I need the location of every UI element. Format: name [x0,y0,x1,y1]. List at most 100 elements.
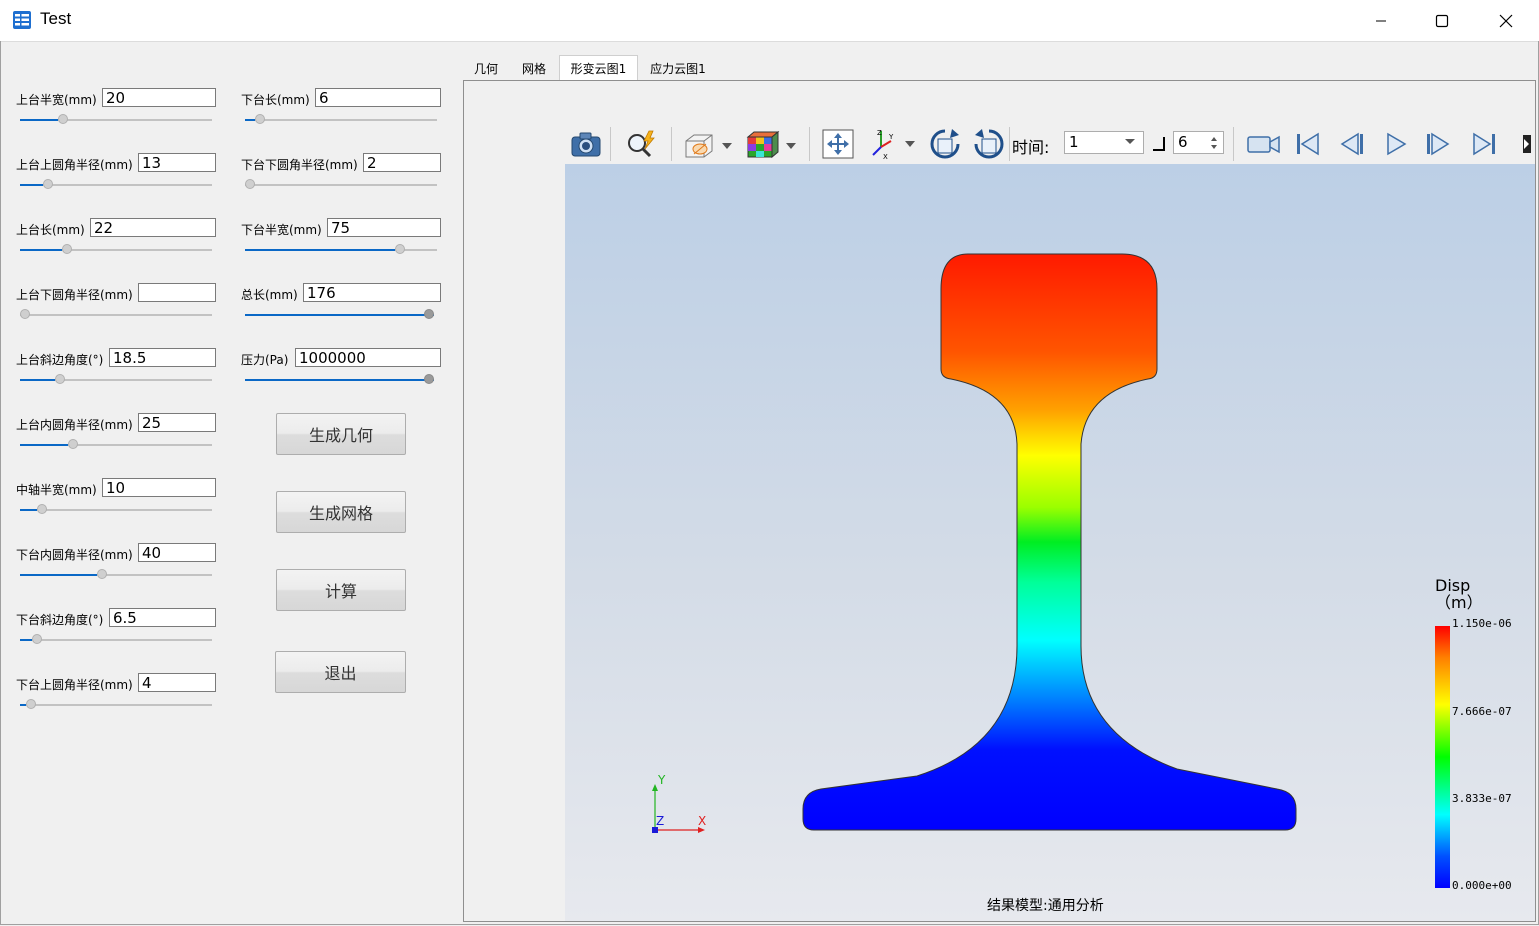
param-label: 上台半宽(mm) [16,93,97,107]
param-input[interactable]: 4 [138,673,216,692]
legend-tick-min: 0.000e+00 [1452,879,1512,892]
param-input[interactable]: 25 [138,413,216,432]
viewer-toolbar: Z Y X 时间: 1 6 [565,123,1535,164]
param-slider[interactable] [20,114,212,126]
param-input[interactable]: 75 [327,218,441,237]
param-label: 上台长(mm) [16,223,85,237]
param-slider[interactable] [20,439,212,451]
step-corner-icon [1153,137,1165,151]
play-icon [1387,132,1407,155]
overflow-arrow-icon [1523,134,1531,153]
param-label: 上台斜边角度(°) [16,353,104,367]
time-select[interactable]: 1 [1064,131,1144,154]
zoom-button[interactable] [623,123,661,164]
param-slider[interactable] [245,114,437,126]
param-label: 下台斜边角度(°) [16,613,104,627]
model-caption: 结果模型:通用分析 [987,898,1104,914]
param-slider[interactable] [20,504,212,516]
param-input[interactable]: 2 [363,153,441,172]
time-label: 时间: [1012,138,1050,157]
window-title: Test [40,9,72,28]
param-label: 上台内圆角半径(mm) [16,418,133,432]
last-frame-button[interactable] [1465,123,1503,164]
close-icon [1499,14,1513,27]
fit-view-button[interactable] [819,123,857,164]
colored-cube-icon [746,130,796,158]
axis-label-z: Z [656,814,665,828]
generate-mesh-button[interactable]: 生成网格 [276,491,406,533]
minimize-button[interactable] [1351,0,1411,41]
axis-triad [652,784,705,833]
tab-stress-contour[interactable]: 应力云图1 [645,56,711,80]
param-slider[interactable] [20,244,212,256]
axis-label-x: X [698,814,707,828]
tab-deformation-contour[interactable]: 形变云图1 [559,55,638,81]
close-button[interactable] [1476,0,1536,41]
param-input[interactable]: 13 [138,153,216,172]
step-spinbox[interactable]: 6 [1173,131,1224,154]
param-slider[interactable] [20,634,212,646]
result-viewport[interactable]: Y Z X Disp （m） 1.150e-06 7.666e-07 3.833… [565,164,1535,921]
param-slider[interactable] [245,179,437,191]
legend-tick-2: 7.666e-07 [1452,705,1512,718]
param-label: 下台上圆角半径(mm) [16,678,133,692]
param-input[interactable]: 1000000 [295,348,441,367]
generate-geometry-button[interactable]: 生成几何 [276,413,406,455]
display-mode-dropdown[interactable] [681,123,737,164]
param-input[interactable]: 20 [102,88,216,107]
param-input[interactable]: 40 [138,543,216,562]
maximize-icon [1435,14,1449,27]
previous-frame-button[interactable] [1331,123,1371,164]
screenshot-button[interactable] [567,123,605,164]
param-slider[interactable] [20,699,212,711]
param-input[interactable]: 6 [315,88,441,107]
rotate-cw-button[interactable] [925,123,965,164]
legend-quantity: Disp [1435,576,1471,595]
minimize-icon [1376,20,1386,21]
param-slider[interactable] [20,309,212,321]
legend-tick-max: 1.150e-06 [1452,617,1512,630]
param-input[interactable]: 22 [90,218,216,237]
legend-unit: （m） [1435,593,1483,612]
axis-label-y: Y [658,773,666,787]
spin-arrows-icon[interactable] [1210,135,1218,151]
exit-button[interactable]: 退出 [275,651,406,693]
next-frame-button[interactable] [1419,123,1459,164]
play-button[interactable] [1377,123,1415,164]
param-input[interactable]: 18.5 [109,348,216,367]
param-slider[interactable] [245,309,434,321]
param-slider[interactable] [20,179,212,191]
title-bar: Test [0,0,1539,42]
maximize-button[interactable] [1412,0,1472,41]
svg-text:Y: Y [888,133,894,141]
param-label: 上台下圆角半径(mm) [16,288,133,302]
fit-view-icon [822,129,854,158]
first-frame-button[interactable] [1289,123,1327,164]
legend-color-bar [1435,626,1450,888]
param-slider[interactable] [245,244,437,256]
cube-display-icon [685,134,732,157]
param-slider[interactable] [20,374,212,386]
color-map-dropdown[interactable] [743,123,801,164]
param-slider[interactable] [245,374,434,386]
compute-button[interactable]: 计算 [276,569,406,611]
param-input[interactable]: 6.5 [109,608,216,627]
step-forward-icon [1427,132,1450,155]
tab-geometry[interactable]: 几何 [470,56,502,80]
tab-mesh[interactable]: 网格 [516,56,552,80]
axis-view-dropdown[interactable]: Z Y X [867,123,919,164]
param-label: 下台半宽(mm) [241,223,322,237]
rotate-ccw-button[interactable] [969,123,1009,164]
param-input[interactable] [138,283,216,302]
magnifier-icon [628,130,655,157]
param-label: 下台长(mm) [241,93,310,107]
param-slider[interactable] [20,569,212,581]
param-label: 总长(mm) [241,288,298,302]
toolbar-overflow-button[interactable] [1515,123,1535,164]
table-app-icon [13,11,31,29]
param-input[interactable]: 176 [303,283,441,302]
record-video-button[interactable] [1243,123,1285,164]
param-input[interactable]: 10 [102,478,216,497]
skip-to-start-icon [1297,132,1319,155]
param-label: 下台下圆角半径(mm) [241,158,358,172]
